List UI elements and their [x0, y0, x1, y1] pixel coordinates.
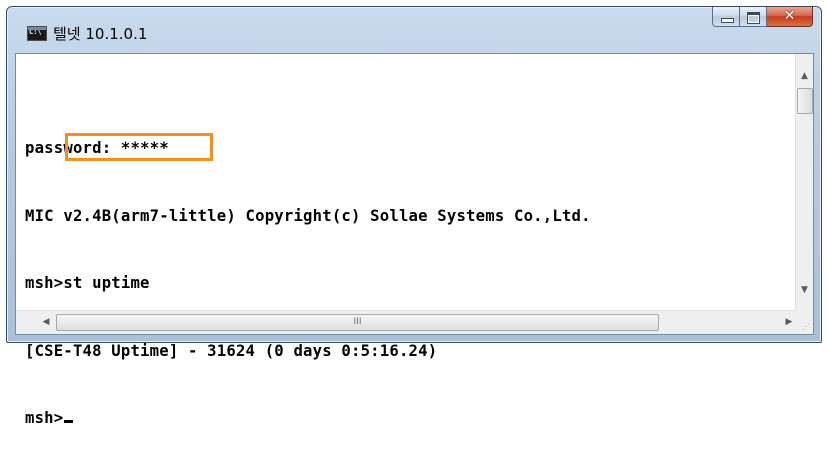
minimize-button[interactable] — [712, 7, 740, 27]
window-title: 텔넷 10.1.0.1 — [53, 25, 148, 43]
scroll-down-icon[interactable]: ▼ — [796, 282, 813, 299]
close-button[interactable]: ✕ — [767, 7, 813, 27]
console-line: [CSE-T48 Uptime] - 31624 (0 days 0:5:16.… — [25, 341, 438, 360]
close-icon: ✕ — [783, 8, 796, 24]
maximize-button[interactable] — [740, 7, 767, 27]
vertical-scrollbar[interactable]: ▲ ▼ — [795, 54, 813, 311]
horizontal-scroll-thumb[interactable]: III — [56, 314, 659, 331]
caption-buttons: ✕ — [712, 7, 813, 29]
minimize-icon — [721, 18, 734, 23]
console-line: msh>st uptime — [25, 274, 150, 292]
command-highlight-box — [65, 133, 213, 161]
console-prompt: msh> — [25, 409, 64, 427]
vertical-scroll-thumb[interactable] — [797, 88, 813, 114]
title-bar[interactable]: 텔넷 10.1.0.1 ✕ — [7, 7, 821, 53]
horizontal-scrollbar[interactable]: ◀ III ▶ — [16, 310, 797, 334]
resize-grip[interactable]: ⋰ — [795, 310, 813, 334]
scroll-up-icon[interactable]: ▲ — [796, 68, 813, 85]
console-prompt-line: msh> — [25, 407, 591, 430]
telnet-window: 텔넷 10.1.0.1 ✕ password: ***** MIC v2.4B(… — [6, 6, 822, 427]
console-line: MIC v2.4B(arm7-little) Copyright(c) Soll… — [25, 206, 591, 225]
text-cursor — [64, 420, 74, 423]
cmd-icon[interactable] — [27, 26, 47, 41]
scroll-left-icon[interactable]: ◀ — [38, 314, 54, 331]
console-area[interactable]: password: ***** MIC v2.4B(arm7-little) C… — [15, 53, 814, 427]
grip-icon: III — [353, 317, 362, 327]
resize-grip-icon: ⋰ — [802, 322, 810, 331]
maximize-icon — [747, 12, 760, 24]
